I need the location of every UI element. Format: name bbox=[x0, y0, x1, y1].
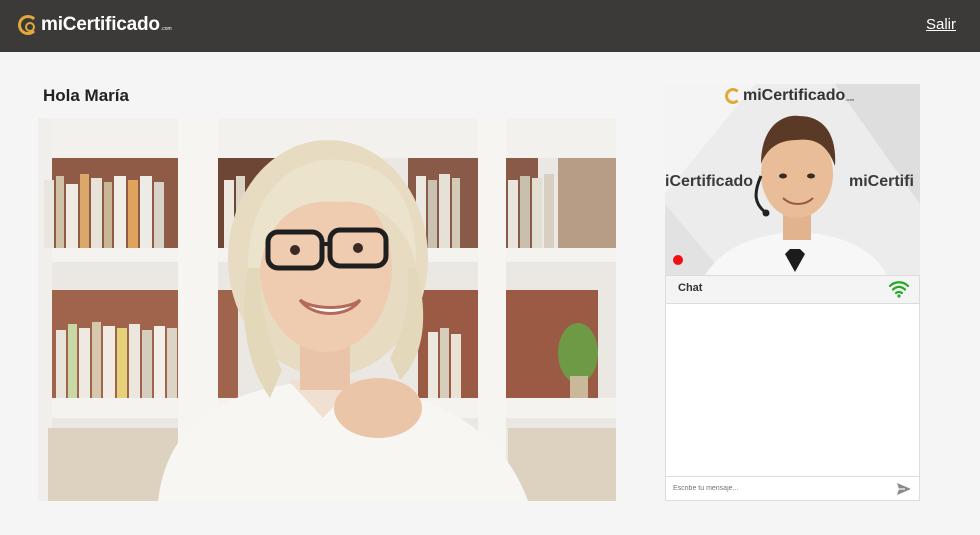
greeting-title: Hola María bbox=[43, 86, 129, 105]
main-video-feed bbox=[38, 118, 616, 501]
chat-title: Chat bbox=[678, 282, 703, 294]
chat-panel: Chat bbox=[665, 275, 920, 501]
send-icon[interactable] bbox=[896, 482, 912, 496]
agent-logo-suffix: .com bbox=[845, 96, 854, 102]
chat-messages bbox=[666, 304, 919, 477]
brand-logo[interactable]: miCertificado .com bbox=[18, 13, 172, 37]
agent-logo-text: miCertificado bbox=[743, 87, 846, 104]
agent-video-feed: miCertificado .com iCertificado miCertif… bbox=[665, 84, 920, 275]
banner-text-right: miCertifi bbox=[849, 173, 914, 190]
exit-link[interactable]: Salir bbox=[926, 16, 956, 33]
logo-suffix: .com bbox=[160, 26, 172, 32]
chat-input-row bbox=[666, 476, 919, 500]
chat-header: Chat bbox=[666, 276, 919, 304]
logo-mark-icon bbox=[18, 15, 38, 35]
top-bar: miCertificado .com Salir bbox=[0, 0, 980, 52]
agent-video-logo: miCertificado .com bbox=[725, 87, 854, 105]
logo-mark-icon bbox=[725, 88, 741, 104]
customer-video-image bbox=[38, 118, 616, 501]
chat-message-input[interactable] bbox=[666, 477, 896, 500]
recording-dot-icon bbox=[673, 255, 683, 265]
wifi-icon bbox=[889, 281, 909, 298]
logo-text: miCertificado bbox=[41, 14, 160, 35]
banner-text-left: iCertificado bbox=[665, 173, 754, 190]
